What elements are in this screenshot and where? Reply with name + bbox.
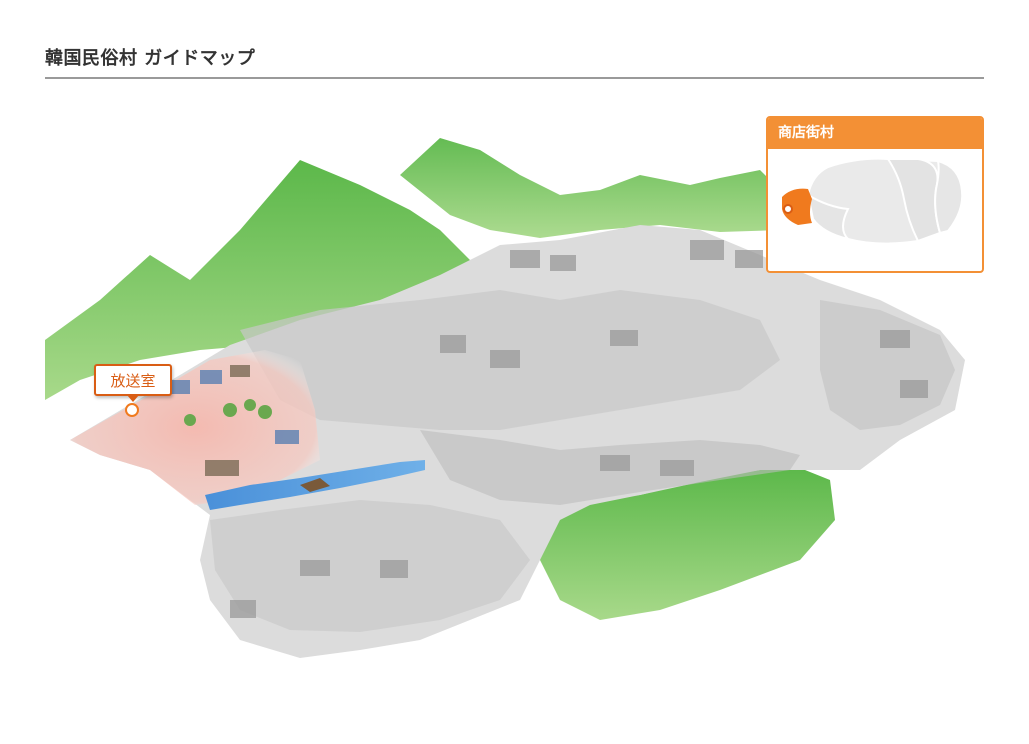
map-marker-dot[interactable] [125, 403, 139, 417]
minimap-title: 商店街村 [768, 118, 982, 149]
map-marker-label[interactable]: 放送室 [94, 364, 172, 396]
minimap-overview [782, 157, 964, 245]
map-marker-pointer [127, 395, 139, 402]
minimap-panel: 商店街村 [766, 116, 984, 273]
minimap-location-dot [783, 204, 793, 214]
